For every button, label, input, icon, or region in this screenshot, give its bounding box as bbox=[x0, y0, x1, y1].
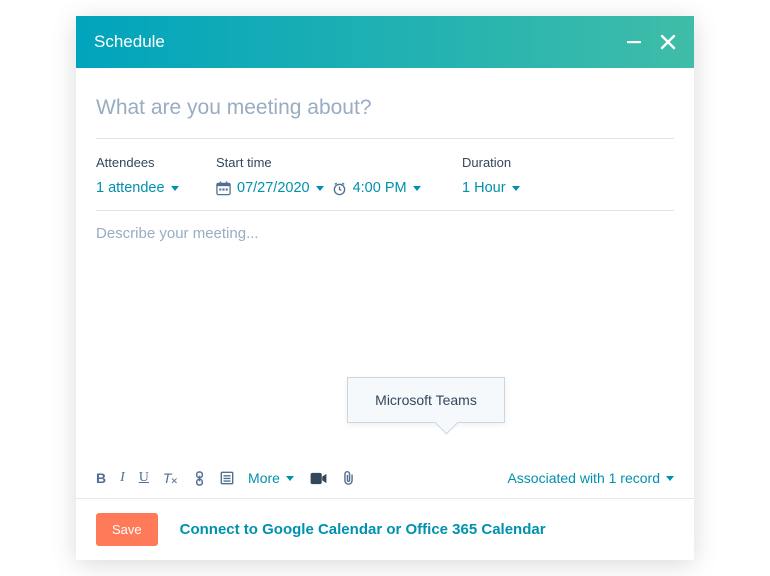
minimize-icon[interactable] bbox=[626, 34, 642, 50]
editor-toolbar: B I U T✕ More bbox=[96, 459, 674, 498]
italic-button[interactable]: I bbox=[120, 471, 125, 485]
clear-format-button[interactable]: T✕ bbox=[163, 471, 179, 485]
time-value: 4:00 PM bbox=[353, 180, 407, 196]
caret-down-icon bbox=[512, 186, 520, 191]
duration-label: Duration bbox=[462, 155, 520, 170]
date-dropdown[interactable]: 07/27/2020 bbox=[237, 180, 324, 196]
caret-down-icon bbox=[666, 476, 674, 481]
modal-header: Schedule bbox=[76, 16, 694, 68]
time-dropdown[interactable]: 4:00 PM bbox=[353, 180, 421, 196]
attachment-button[interactable] bbox=[341, 470, 356, 486]
duration-value: 1 Hour bbox=[462, 180, 506, 196]
attendees-value: 1 attendee bbox=[96, 180, 165, 196]
more-button[interactable]: More bbox=[248, 470, 294, 486]
caret-down-icon bbox=[171, 186, 179, 191]
duration-dropdown[interactable]: 1 Hour bbox=[462, 180, 520, 196]
caret-down-icon bbox=[316, 186, 324, 191]
modal-footer: Save Connect to Google Calendar or Offic… bbox=[76, 498, 694, 560]
caret-down-icon bbox=[413, 186, 421, 191]
underline-button[interactable]: U bbox=[139, 471, 149, 485]
attendees-field: Attendees 1 attendee bbox=[96, 155, 216, 196]
modal-title: Schedule bbox=[94, 32, 165, 52]
duration-field: Duration 1 Hour bbox=[462, 155, 520, 196]
caret-down-icon bbox=[286, 476, 294, 481]
subject-input[interactable] bbox=[96, 96, 674, 120]
connect-calendar-link[interactable]: Connect to Google Calendar or Office 365… bbox=[180, 521, 546, 538]
clock-icon bbox=[332, 181, 347, 196]
date-value: 07/27/2020 bbox=[237, 180, 310, 196]
video-conference-tooltip: Microsoft Teams bbox=[347, 377, 505, 423]
tooltip-text: Microsoft Teams bbox=[375, 392, 477, 408]
start-time-field: Start time 07/27/2020 4:00 PM bbox=[216, 155, 462, 196]
fields-row: Attendees 1 attendee Start time 07/27/20… bbox=[96, 143, 674, 211]
list-button[interactable] bbox=[220, 471, 234, 485]
attendees-label: Attendees bbox=[96, 155, 216, 170]
start-time-controls: 07/27/2020 4:00 PM bbox=[216, 180, 462, 196]
calendar-icon bbox=[216, 181, 231, 196]
associated-dropdown[interactable]: Associated with 1 record bbox=[507, 470, 674, 486]
schedule-modal: Schedule Attendees 1 attendee Start bbox=[76, 16, 694, 560]
save-button[interactable]: Save bbox=[96, 513, 158, 546]
header-actions bbox=[626, 34, 676, 50]
start-time-label: Start time bbox=[216, 155, 462, 170]
video-button[interactable] bbox=[310, 472, 327, 485]
subject-row bbox=[96, 84, 674, 139]
link-button[interactable] bbox=[193, 471, 206, 486]
description-input[interactable] bbox=[96, 225, 674, 385]
associated-label: Associated with 1 record bbox=[507, 470, 660, 486]
bold-button[interactable]: B bbox=[96, 471, 106, 485]
close-icon[interactable] bbox=[660, 34, 676, 50]
attendees-dropdown[interactable]: 1 attendee bbox=[96, 180, 216, 196]
format-group: B I U T✕ More bbox=[96, 470, 356, 486]
modal-content: Attendees 1 attendee Start time 07/27/20… bbox=[76, 68, 694, 498]
more-label: More bbox=[248, 470, 280, 486]
